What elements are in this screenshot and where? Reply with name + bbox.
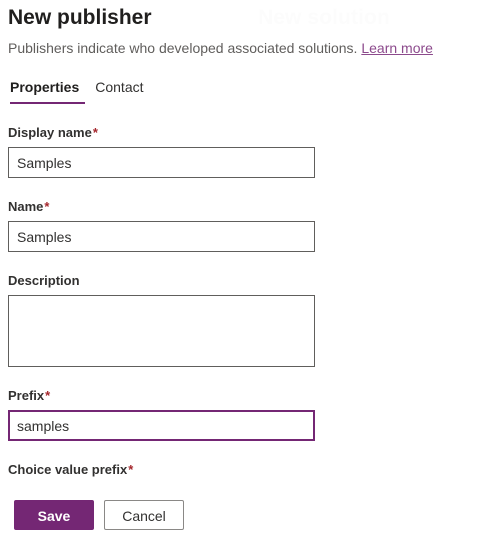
description-textarea[interactable] <box>8 295 315 367</box>
tab-contact-label: Contact <box>95 79 144 95</box>
field-choice-value-prefix: Choice value prefix* <box>8 461 492 479</box>
command-bar: Save Cancel <box>0 492 500 538</box>
page-subtitle: Publishers indicate who developed associ… <box>8 38 492 58</box>
tab-properties[interactable]: Properties <box>8 78 87 104</box>
field-display-name-label: Display name* <box>8 124 492 142</box>
tab-properties-label: Properties <box>10 79 80 95</box>
field-prefix: Prefix* <box>8 387 492 441</box>
display-name-input[interactable] <box>8 147 315 178</box>
page-title: New publisher <box>8 6 152 29</box>
required-asterisk: * <box>44 199 50 214</box>
prefix-input[interactable] <box>8 410 315 441</box>
field-description: Description <box>8 272 492 367</box>
field-display-name-label-text: Display name <box>8 125 92 140</box>
field-name-label-text: Name <box>8 199 44 214</box>
tab-list: Properties Contact <box>8 76 492 104</box>
required-asterisk: * <box>92 125 98 140</box>
learn-more-link[interactable]: Learn more <box>361 40 433 56</box>
required-asterisk: * <box>128 462 134 477</box>
required-asterisk: * <box>45 388 51 403</box>
field-name: Name* <box>8 198 492 252</box>
field-description-label-text: Description <box>8 273 80 288</box>
publisher-form: Display name* Name* Description Prefix* <box>8 124 492 479</box>
tab-contact[interactable]: Contact <box>87 78 151 104</box>
field-prefix-label: Prefix* <box>8 387 492 405</box>
name-input[interactable] <box>8 221 315 252</box>
required-asterisk <box>80 273 81 288</box>
cancel-button[interactable]: Cancel <box>104 500 184 530</box>
field-prefix-label-text: Prefix <box>8 388 45 403</box>
field-description-label: Description <box>8 272 492 290</box>
field-choice-value-prefix-label: Choice value prefix* <box>8 461 492 479</box>
field-name-label: Name* <box>8 198 492 216</box>
field-display-name: Display name* <box>8 124 492 178</box>
page-subtitle-text: Publishers indicate who developed associ… <box>8 40 358 56</box>
field-choice-value-prefix-label-text: Choice value prefix <box>8 462 128 477</box>
new-publisher-panel: New publisher Publishers indicate who de… <box>0 4 500 479</box>
save-button[interactable]: Save <box>14 500 94 530</box>
